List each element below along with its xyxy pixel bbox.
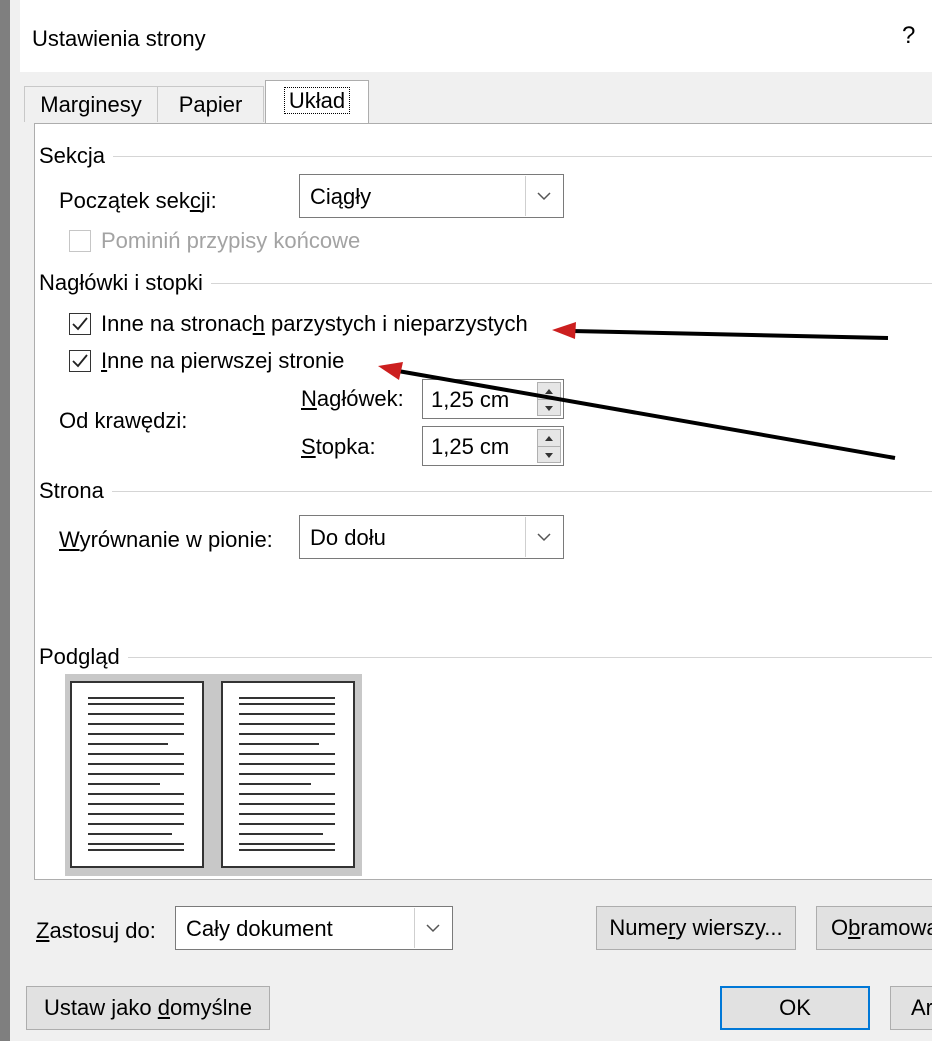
annotation-arrows [378, 322, 896, 460]
arrow-line-first-page [397, 369, 896, 460]
page-setup-dialog: Ustawienia strony ? Marginesy Papier Ukł… [0, 0, 932, 1041]
arrow-head-first-page [378, 362, 403, 380]
arrow-head-odd-even [552, 322, 576, 339]
arrow-line-odd-even [571, 329, 889, 340]
